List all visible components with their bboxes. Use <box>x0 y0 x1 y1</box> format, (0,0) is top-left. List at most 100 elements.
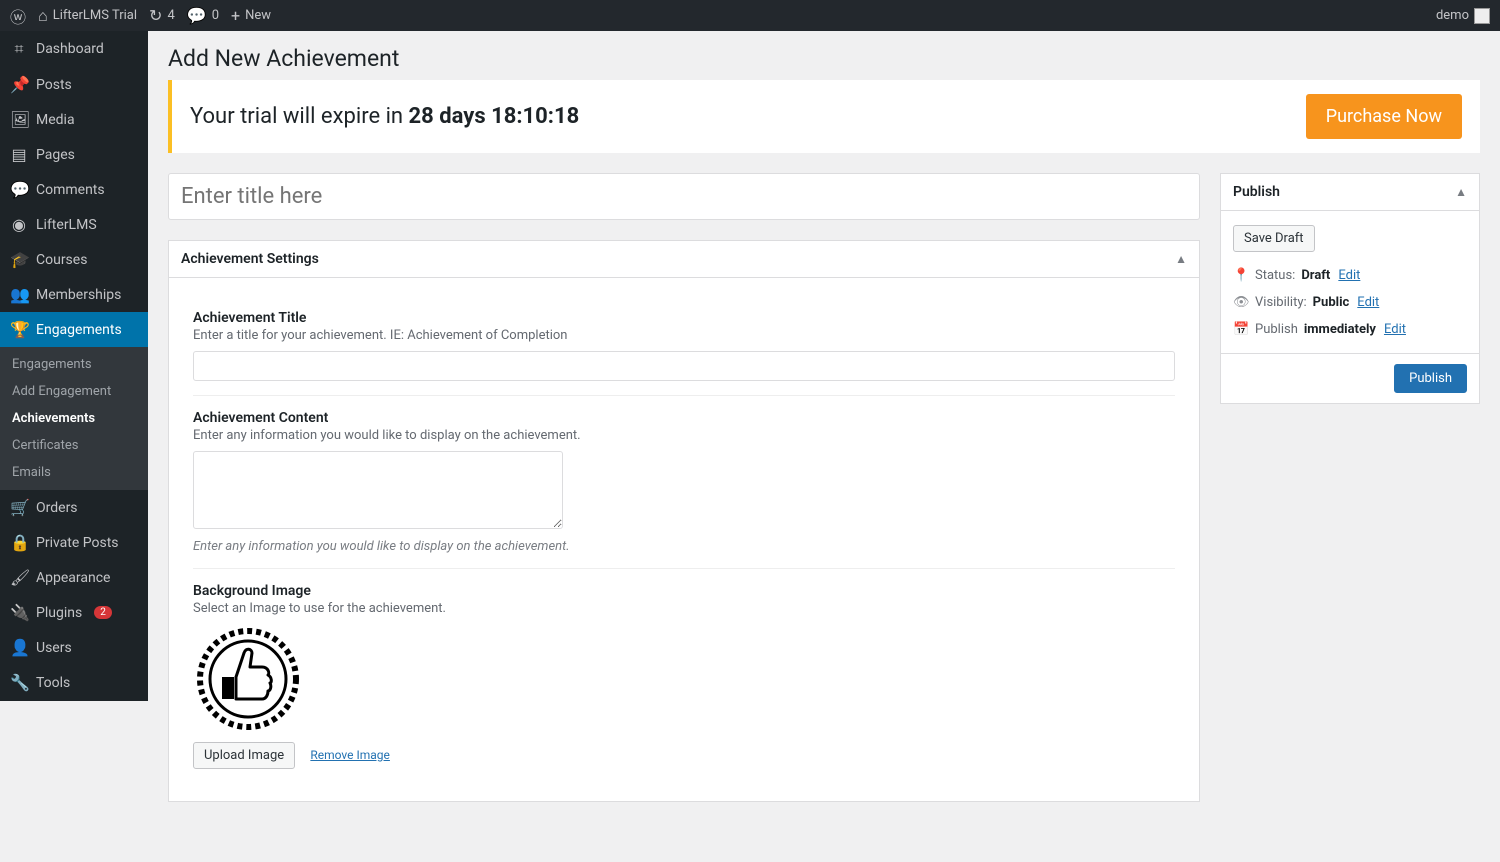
sidebar-item-appearance[interactable]: 🖌Appearance <box>0 560 148 595</box>
comment-icon: 💬 <box>187 6 207 25</box>
field-label: Background Image <box>193 583 1175 599</box>
sidebar-item-private-posts[interactable]: 🔒 Private Posts <box>0 525 148 560</box>
admin-bar: ⓦ ⌂LifterLMS Trial ↻4 💬0 +New demo <box>0 0 1500 31</box>
sidebar-item-label: Orders <box>36 500 78 516</box>
sidebar-item-plugins[interactable]: 🔌Plugins2 <box>0 595 148 630</box>
sidebar-item-lifterlms[interactable]: ◉ LifterLMS <box>0 207 148 242</box>
main-content: Add New Achievement Your trial will expi… <box>148 31 1500 862</box>
schedule-row: 📅 Publish immediately Edit <box>1233 316 1467 343</box>
save-draft-button[interactable]: Save Draft <box>1233 225 1315 252</box>
status-label: Status: <box>1255 268 1295 283</box>
submenu-item-emails[interactable]: Emails <box>0 459 148 486</box>
publish-box-toggle[interactable]: Publish ▲ <box>1221 174 1479 211</box>
visibility-value: Public <box>1313 295 1350 310</box>
sidebar-item-tools[interactable]: 🔧Tools <box>0 665 148 700</box>
sidebar-item-label: Users <box>36 640 72 656</box>
submenu-item-add-engagement[interactable]: Add Engagement <box>0 378 148 405</box>
chevron-up-icon: ▲ <box>1455 185 1467 199</box>
plug-icon: 🔌 <box>10 603 28 622</box>
sidebar-item-users[interactable]: 👤 Users <box>0 630 148 665</box>
wp-logo[interactable]: ⓦ <box>10 4 26 28</box>
trial-countdown: 28 days 18:10:18 <box>409 104 580 129</box>
lock-icon: 🔒 <box>10 533 28 552</box>
sidebar-item-label: Media <box>36 112 75 128</box>
update-icon: ↻ <box>149 6 162 25</box>
sidebar-item-label: Engagements <box>36 322 122 338</box>
field-hint: Enter any information you would like to … <box>193 539 1175 554</box>
edit-status-link[interactable]: Edit <box>1338 268 1360 283</box>
post-title-input[interactable] <box>168 173 1200 220</box>
field-background-image: Background Image Select an Image to use … <box>193 569 1175 783</box>
submenu-item-engagements[interactable]: Engagements <box>0 351 148 378</box>
site-name-link[interactable]: ⌂ LifterLMS Trial <box>38 6 137 26</box>
sidebar-item-label: Private Posts <box>36 535 119 551</box>
plugins-update-badge: 2 <box>94 606 112 619</box>
visibility-row: 👁 Visibility: Public Edit <box>1233 289 1467 316</box>
cart-icon: 🛒 <box>10 498 28 517</box>
new-label: New <box>245 8 271 23</box>
sidebar-item-media[interactable]: 🖼Media <box>0 102 148 137</box>
trial-prefix: Your trial will expire in <box>190 104 409 129</box>
comments-link[interactable]: 💬0 <box>187 6 219 25</box>
new-content-link[interactable]: +New <box>231 6 271 25</box>
submenu-item-achievements[interactable]: Achievements <box>0 405 148 432</box>
field-achievement-content: Achievement Content Enter any informatio… <box>193 396 1175 569</box>
sidebar-item-label: Memberships <box>36 287 121 303</box>
achievement-title-input[interactable] <box>193 351 1175 381</box>
sidebar-item-label: Appearance <box>36 570 110 586</box>
submenu-item-certificates[interactable]: Certificates <box>0 432 148 459</box>
field-achievement-title: Achievement Title Enter a title for your… <box>193 296 1175 396</box>
updates-link[interactable]: ↻4 <box>149 6 175 25</box>
sidebar-item-label: LifterLMS <box>36 217 97 233</box>
sidebar-item-label: Tools <box>36 675 70 691</box>
sidebar-item-label: Pages <box>36 147 75 163</box>
sidebar-item-dashboard[interactable]: ⌗ Dashboard <box>0 31 148 67</box>
sidebar-item-pages[interactable]: ▤ Pages <box>0 137 148 172</box>
sidebar-item-memberships[interactable]: 👥 Memberships <box>0 277 148 312</box>
status-row: 📍 Status: Draft Edit <box>1233 262 1467 289</box>
edit-visibility-link[interactable]: Edit <box>1357 295 1379 310</box>
page-icon: ▤ <box>10 145 28 164</box>
upload-image-button[interactable]: Upload Image <box>193 742 295 769</box>
sidebar-item-orders[interactable]: 🛒 Orders <box>0 490 148 525</box>
publish-button[interactable]: Publish <box>1394 364 1467 393</box>
comments-count: 0 <box>212 8 219 23</box>
comment-icon: 💬 <box>10 180 28 199</box>
pushpin-icon: 📍 <box>1233 268 1249 283</box>
achievement-image-preview <box>193 624 303 734</box>
user-menu[interactable]: demo <box>1436 8 1490 24</box>
user-icon: 👤 <box>10 638 28 657</box>
edit-schedule-link[interactable]: Edit <box>1384 322 1406 337</box>
publish-box: Publish ▲ Save Draft 📍 Status: Draft Edi… <box>1220 173 1480 404</box>
sidebar-item-label: Dashboard <box>36 41 104 57</box>
sidebar-item-engagements[interactable]: 🏆 Engagements <box>0 312 148 347</box>
purchase-now-button[interactable]: Purchase Now <box>1306 94 1462 139</box>
sidebar-item-label: Posts <box>36 77 72 93</box>
achievement-settings-toggle[interactable]: Achievement Settings ▲ <box>169 241 1199 278</box>
site-name: LifterLMS Trial <box>53 8 137 23</box>
sidebar-item-label: Comments <box>36 182 105 198</box>
field-desc: Select an Image to use for the achieveme… <box>193 601 1175 616</box>
eye-icon: 👁 <box>1233 295 1249 310</box>
pin-icon: 📌 <box>10 75 28 94</box>
chevron-up-icon: ▲ <box>1175 252 1187 266</box>
trial-notice: Your trial will expire in 28 days 18:10:… <box>168 80 1480 153</box>
trophy-icon: 🏆 <box>10 320 28 339</box>
submenu-engagements: Engagements Add Engagement Achievements … <box>0 347 148 490</box>
achievement-settings-box: Achievement Settings ▲ Achievement Title… <box>168 240 1200 802</box>
field-desc: Enter a title for your achievement. IE: … <box>193 328 1175 343</box>
group-icon: 👥 <box>10 285 28 304</box>
wordpress-icon: ⓦ <box>10 4 26 28</box>
sidebar-item-comments[interactable]: 💬 Comments <box>0 172 148 207</box>
home-icon: ⌂ <box>38 6 48 26</box>
achievement-content-textarea[interactable] <box>193 451 563 529</box>
lifterlms-icon: ◉ <box>10 215 28 234</box>
field-label: Achievement Title <box>193 310 1175 326</box>
sidebar-item-courses[interactable]: 🎓Courses <box>0 242 148 277</box>
trial-text: Your trial will expire in 28 days 18:10:… <box>190 104 579 129</box>
remove-image-link[interactable]: Remove Image <box>310 748 390 762</box>
postbox-title: Achievement Settings <box>181 251 319 267</box>
dashboard-icon: ⌗ <box>10 39 28 59</box>
user-name: demo <box>1436 8 1469 23</box>
sidebar-item-posts[interactable]: 📌 Posts <box>0 67 148 102</box>
